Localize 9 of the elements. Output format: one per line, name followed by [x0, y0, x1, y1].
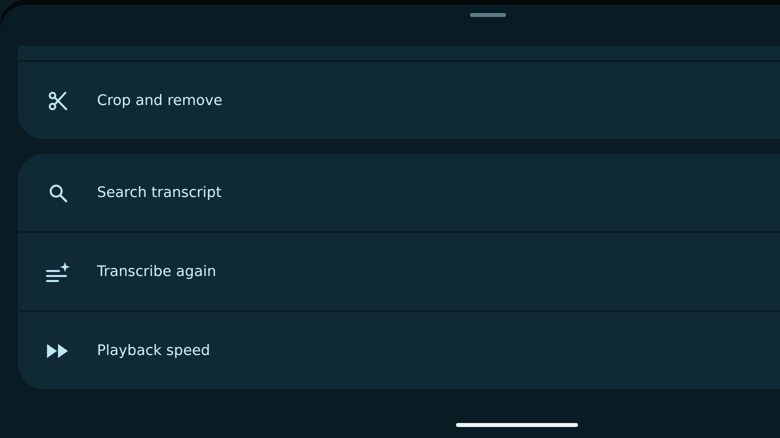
fast-forward-icon: [46, 344, 68, 358]
drag-handle[interactable]: [470, 13, 506, 17]
menu-item[interactable]: Playback speed: [18, 312, 780, 389]
menu-item[interactable]: Transcribe again: [18, 233, 780, 310]
scissors-icon: [46, 90, 68, 112]
search-icon: [46, 182, 68, 204]
lines-sparkle-icon: [46, 260, 70, 282]
menu-item[interactable]: Search transcript: [18, 154, 780, 231]
menu-item[interactable]: Crop and remove: [18, 62, 780, 139]
